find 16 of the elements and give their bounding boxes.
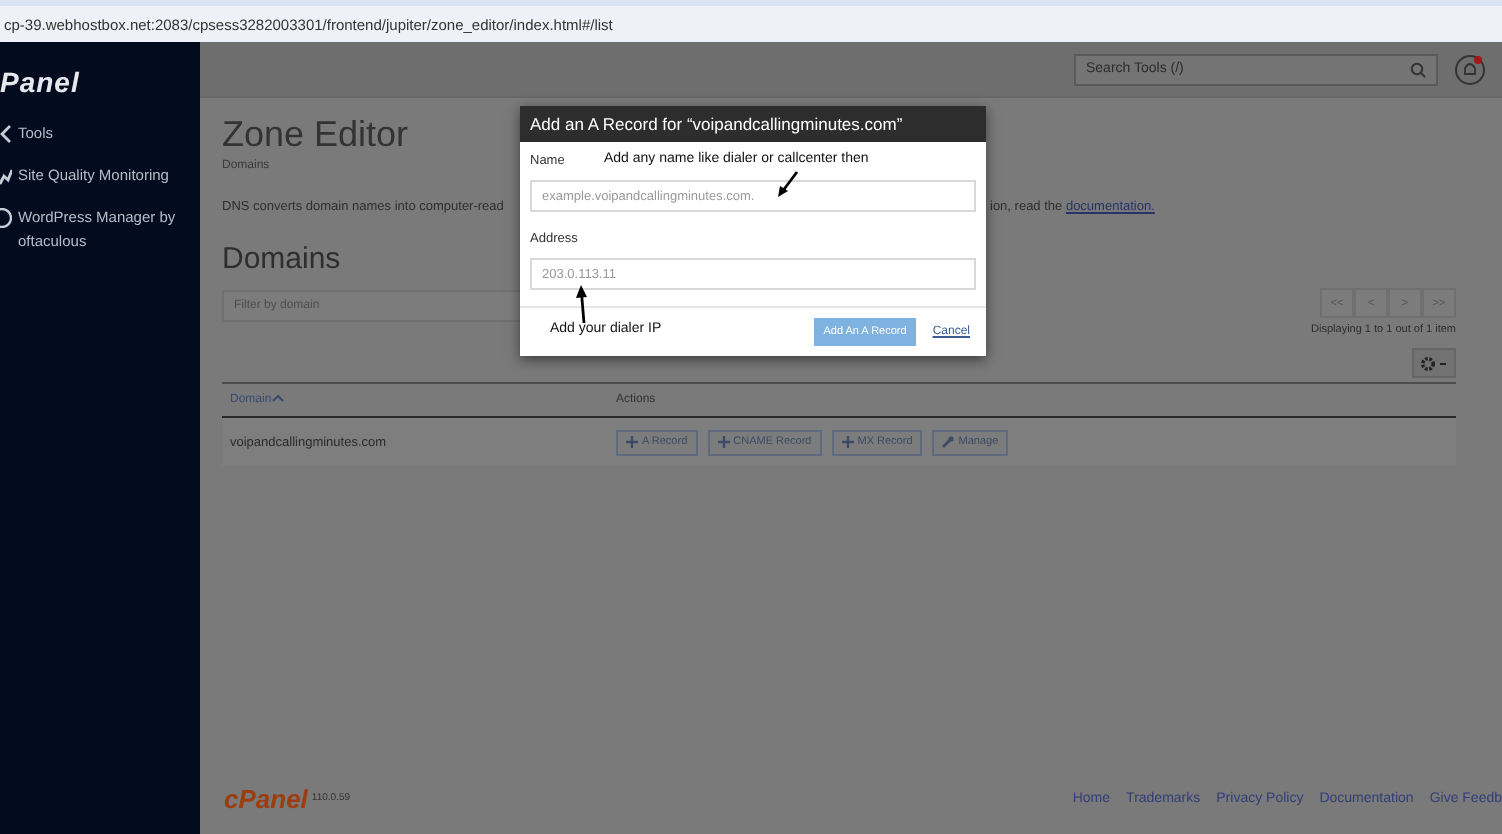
settings-button[interactable] bbox=[1412, 348, 1456, 378]
logo: Panel bbox=[0, 66, 82, 98]
plus-icon bbox=[717, 436, 730, 448]
gear-icon bbox=[1420, 355, 1448, 371]
footer-logo: cPanel bbox=[224, 783, 308, 813]
section-title: Domains bbox=[222, 242, 341, 276]
annotation-arrow bbox=[574, 284, 590, 324]
page-title: Zone Editor bbox=[222, 114, 409, 156]
chart-icon bbox=[0, 166, 12, 186]
wrench-icon bbox=[942, 436, 955, 448]
plus-icon bbox=[626, 436, 638, 448]
plus-icon bbox=[841, 436, 854, 448]
dialog-title: Add an A Record for “voipandcallingminutes.com” bbox=[520, 106, 986, 142]
annotation-arrow bbox=[776, 170, 800, 198]
chevron-left-icon bbox=[0, 124, 12, 144]
search-icon bbox=[1410, 61, 1426, 77]
